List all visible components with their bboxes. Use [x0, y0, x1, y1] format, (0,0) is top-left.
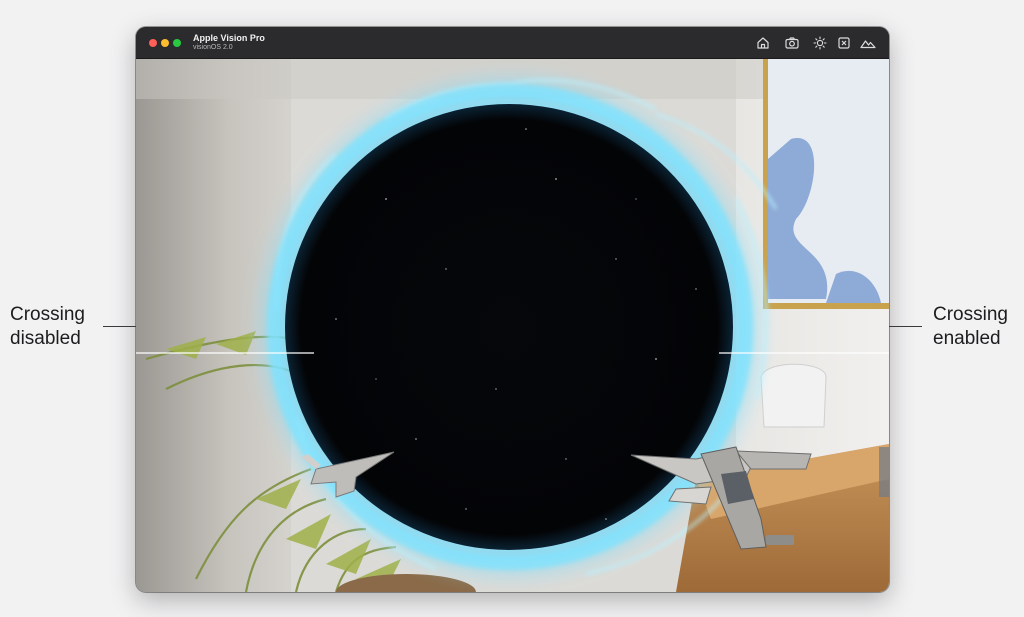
zoom-window-button[interactable]: [173, 39, 181, 47]
crossing-enabled-label-line2: enabled: [933, 328, 1001, 349]
close-box-icon[interactable]: [836, 35, 852, 51]
crossing-disabled-label-line1: Crossing: [10, 304, 85, 325]
crossing-disabled-label: Crossing disabled: [10, 303, 85, 351]
simulator-window: Apple Vision Pro visionOS 2.0: [136, 27, 889, 592]
landscape-icon[interactable]: [860, 35, 876, 51]
crossing-enabled-leader-line: [889, 326, 922, 327]
crossing-disabled-label-line2: disabled: [10, 328, 81, 349]
crossing-disabled-leader-line: [103, 326, 136, 327]
crossing-enabled-label-line1: Crossing: [933, 304, 1008, 325]
window-title: Apple Vision Pro: [193, 33, 265, 43]
immersive-scene-viewport[interactable]: [136, 59, 889, 592]
window-titlebar: Apple Vision Pro visionOS 2.0: [136, 27, 889, 59]
home-icon[interactable]: [755, 35, 771, 51]
minimize-window-button[interactable]: [161, 39, 169, 47]
close-window-button[interactable]: [149, 39, 157, 47]
crossing-enabled-label: Crossing enabled: [933, 303, 1008, 351]
camera-icon[interactable]: [784, 35, 800, 51]
window-subtitle: visionOS 2.0: [193, 44, 233, 51]
brightness-icon[interactable]: [812, 35, 828, 51]
